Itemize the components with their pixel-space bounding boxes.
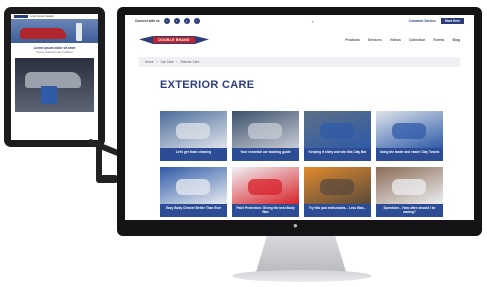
article-card-subject	[248, 179, 282, 195]
article-card-subject	[176, 179, 210, 195]
nav-blog[interactable]: Blog	[452, 38, 460, 42]
article-card-image[interactable]	[304, 167, 371, 204]
article-card-image[interactable]	[160, 111, 227, 148]
article-grid: Let's get foam cleaning Your essential ca…	[160, 111, 443, 217]
article-card-image[interactable]	[232, 167, 299, 204]
logo-text: DOUBLE BRAND	[158, 38, 190, 42]
article-card-caption[interactable]: Keeping it shiny and win this Clay Bar	[304, 148, 371, 161]
start-here-button[interactable]: Start Here	[440, 18, 464, 24]
tablet-bottle-graphic	[76, 23, 82, 41]
monitor-stand	[256, 236, 346, 272]
youtube-icon[interactable]: y	[183, 18, 190, 24]
article-card-caption[interactable]: Easy Body Cleaner Better Than Ever	[160, 204, 227, 217]
monitor-stand-base	[232, 270, 372, 282]
article-card[interactable]: Let's get foam cleaning	[160, 111, 227, 161]
nav-services[interactable]: Services	[368, 38, 382, 42]
article-card[interactable]: Speedster... How often should I be waxin…	[376, 167, 443, 217]
social-label: Connect with us	[135, 19, 160, 23]
breadcrumb-separator: ›	[176, 60, 178, 64]
tablet-device: Lorem ipsum header Lorem ipsum dolor sit…	[4, 7, 105, 147]
breadcrumb-home[interactable]: Home	[145, 60, 154, 64]
top-right-links: Customer Service Start Here	[409, 18, 464, 24]
tablet-header-text: Lorem ipsum header	[30, 15, 54, 18]
instagram-icon[interactable]: i	[193, 18, 200, 24]
article-card[interactable]: Using the faster and easier Clay Towels	[376, 111, 443, 161]
article-card-caption[interactable]: Speedster... How often should I be waxin…	[376, 204, 443, 217]
search-icon[interactable]: ⌕	[312, 19, 314, 24]
nav-videos[interactable]: Videos	[390, 38, 401, 42]
article-card-image[interactable]	[304, 111, 371, 148]
breadcrumb-separator: ›	[156, 60, 158, 64]
tablet-product-image[interactable]	[15, 58, 94, 112]
article-card-subject	[176, 123, 210, 139]
tablet-bucket-photo	[41, 86, 57, 104]
article-card-image[interactable]	[232, 111, 299, 148]
site-header: DOUBLE BRAND Products Services Videos Co…	[125, 27, 474, 53]
twitter-icon[interactable]: t	[173, 18, 180, 24]
tablet-mount-pole	[96, 140, 102, 180]
article-card[interactable]: Your essential car washing guide	[232, 111, 299, 161]
product-showcase: Lorem ipsum header Lorem ipsum dolor sit…	[0, 0, 487, 287]
site-logo[interactable]: DOUBLE BRAND	[139, 32, 209, 48]
article-card-subject	[248, 123, 282, 139]
article-card-image[interactable]	[376, 167, 443, 204]
breadcrumb: Home › Car Care › Exterior Care	[139, 57, 460, 67]
site-top-bar: Connect with us f t y i ⌕ Customer Servi…	[125, 15, 474, 27]
nav-collection[interactable]: Collection	[409, 38, 425, 42]
article-card-caption[interactable]: Paint Protection: Giving the best Body W…	[232, 204, 299, 217]
monitor-device: Connect with us f t y i ⌕ Customer Servi…	[117, 7, 482, 236]
article-card-subject	[392, 179, 426, 195]
monitor-screen: Connect with us f t y i ⌕ Customer Servi…	[125, 15, 474, 220]
page-title: EXTERIOR CARE	[160, 79, 255, 91]
tablet-mount-clip	[96, 175, 118, 183]
tablet-screen: Lorem ipsum header Lorem ipsum dolor sit…	[11, 14, 98, 140]
article-card[interactable]: Paint Protection: Giving the best Body W…	[232, 167, 299, 217]
article-card[interactable]: Keeping it shiny and win this Clay Bar	[304, 111, 371, 161]
article-card-caption[interactable]: Using the faster and easier Clay Towels	[376, 148, 443, 161]
tablet-logo	[14, 15, 28, 18]
breadcrumb-car-care[interactable]: Car Care	[161, 60, 174, 64]
nav-products[interactable]: Products	[345, 38, 360, 42]
article-card-subject	[392, 123, 426, 139]
breadcrumb-current: Exterior Care	[180, 60, 200, 64]
article-card-caption[interactable]: Your essential car washing guide	[232, 148, 299, 161]
apple-logo-icon: ●	[293, 221, 298, 230]
nav-events[interactable]: Events	[433, 38, 444, 42]
article-card-subject	[320, 123, 354, 139]
article-card-caption[interactable]: Try this pad enthusiasts... Less Wax...	[304, 204, 371, 217]
tablet-hero-image	[11, 19, 98, 43]
article-card[interactable]: Try this pad enthusiasts... Less Wax...	[304, 167, 371, 217]
main-nav: Products Services Videos Collection Even…	[345, 38, 460, 42]
article-card-image[interactable]	[376, 111, 443, 148]
article-card[interactable]: Easy Body Cleaner Better Than Ever	[160, 167, 227, 217]
article-card-image[interactable]	[160, 167, 227, 204]
tablet-subtitle: Sed do eiusmod tempor incididunt	[36, 51, 73, 54]
customer-service-link[interactable]: Customer Service	[409, 19, 436, 23]
tablet-car-graphic	[20, 28, 66, 39]
article-card-subject	[320, 179, 354, 195]
tablet-title: Lorem ipsum dolor sit amet	[33, 46, 76, 50]
facebook-icon[interactable]: f	[163, 18, 170, 24]
article-card-caption[interactable]: Let's get foam cleaning	[160, 148, 227, 161]
